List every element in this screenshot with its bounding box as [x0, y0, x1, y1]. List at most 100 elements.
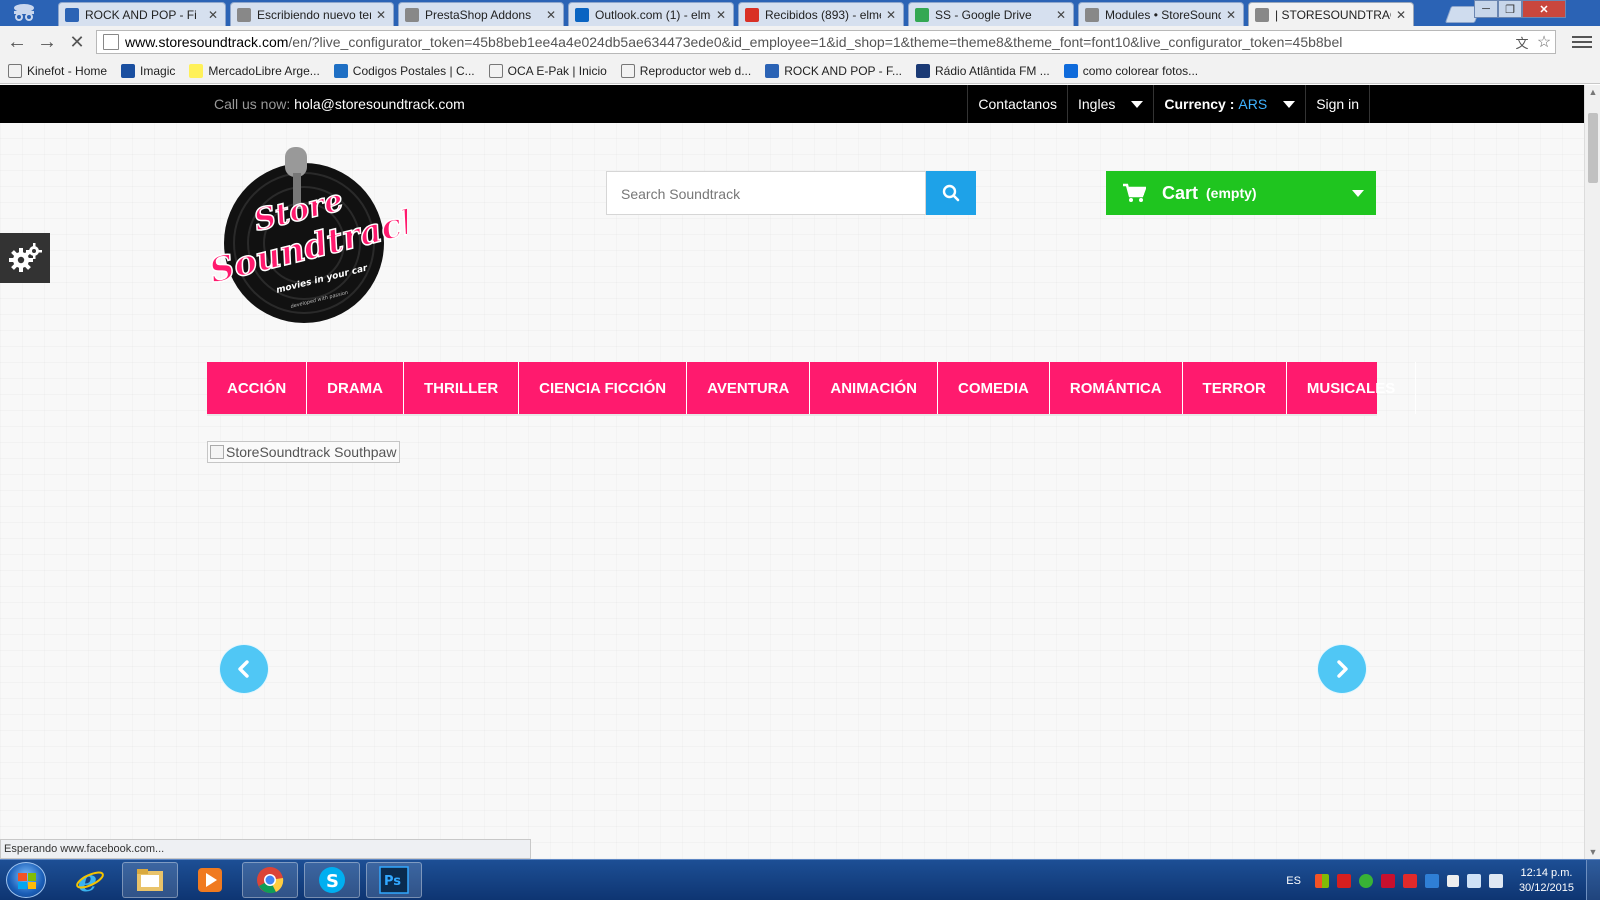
scrollbar-thumb[interactable]	[1588, 113, 1598, 183]
bookmark-item[interactable]: como colorear fotos...	[1063, 63, 1199, 78]
slider-image[interactable]: StoreSoundtrack Southpaw	[207, 441, 400, 463]
translate-icon[interactable]: 文	[1511, 33, 1533, 52]
category-menu-item[interactable]: MUSICALES	[1287, 362, 1417, 414]
bookmark-star-icon[interactable]: ☆	[1533, 32, 1555, 52]
page-scrollbar[interactable]: ▲ ▼	[1584, 85, 1600, 859]
email-link[interactable]: hola@storesoundtrack.com	[294, 96, 465, 112]
slider-next-button[interactable]	[1318, 645, 1366, 693]
tab-title: Modules • StoreSound	[1105, 7, 1221, 22]
close-tab-icon[interactable]: ✕	[1395, 8, 1407, 22]
gear-icon	[9, 243, 42, 272]
close-tab-icon[interactable]: ✕	[545, 8, 557, 22]
theme-configurator-button[interactable]	[0, 233, 50, 283]
browser-tab[interactable]: Escribiendo nuevo tem ✕	[230, 2, 394, 26]
chevron-down-icon	[1283, 100, 1296, 108]
browser-tab[interactable]: Modules • StoreSound ✕	[1078, 2, 1244, 26]
action-center-flag-icon[interactable]	[1446, 874, 1459, 887]
search-input[interactable]: Search Soundtrack	[606, 171, 926, 215]
contact-link[interactable]: Contactanos	[967, 85, 1067, 123]
browser-tab[interactable]: SS - Google Drive ✕	[908, 2, 1074, 26]
start-button[interactable]	[6, 862, 46, 898]
browser-tab[interactable]: Outlook.com (1) - elme ✕	[568, 2, 734, 26]
bookmark-label: Imagic	[140, 63, 176, 78]
close-window-icon[interactable]: ✕	[1522, 0, 1566, 18]
media-player-icon[interactable]	[182, 862, 238, 898]
bookmark-label: Rádio Atlântida FM ...	[935, 63, 1050, 78]
antivirus-icon[interactable]	[1402, 873, 1417, 888]
close-tab-icon[interactable]: ✕	[375, 8, 387, 22]
chevron-down-icon	[1131, 100, 1144, 108]
photoshop-icon[interactable]: Ps	[366, 862, 422, 898]
bookmark-item[interactable]: ROCK AND POP - F...	[765, 63, 903, 78]
url-text[interactable]: www.storesoundtrack.com/en/?live_configu…	[125, 34, 1511, 50]
cart-button[interactable]: Cart (empty)	[1106, 171, 1376, 215]
store-logo[interactable]: Store Soundtrack movies in your car deve…	[205, 143, 430, 325]
radio-icon	[916, 63, 931, 78]
chrome-icon[interactable]	[242, 862, 298, 898]
user-profile-icon[interactable]	[6, 2, 42, 24]
close-tab-icon[interactable]: ✕	[207, 8, 219, 22]
drive-icon	[915, 7, 929, 22]
slider-prev-button[interactable]	[220, 645, 268, 693]
browser-tab-strip: ROCK AND POP - Fi ✕ Escribiendo nuevo tem ✕…	[0, 0, 1600, 26]
category-menu-item[interactable]: ACCIÓN	[207, 362, 308, 414]
windows-update-icon[interactable]	[1314, 873, 1329, 888]
stop-loading-button[interactable]: ✕	[64, 29, 90, 55]
minimize-icon[interactable]: ─	[1474, 0, 1498, 18]
category-menu-item[interactable]: DRAMA	[307, 362, 404, 414]
page-icon	[103, 34, 119, 50]
maximize-icon[interactable]: ❐	[1498, 0, 1522, 18]
search-button[interactable]	[926, 171, 976, 215]
scroll-down-icon[interactable]: ▼	[1585, 845, 1600, 859]
browser-tab[interactable]: Recibidos (893) - elmel ✕	[738, 2, 904, 26]
language-selector[interactable]: Ingles	[1067, 85, 1153, 123]
bookmark-item[interactable]: OCA E-Pak | Inicio	[488, 63, 607, 78]
category-menu-item[interactable]: ROMÁNTICA	[1050, 362, 1183, 414]
bookmark-label: como colorear fotos...	[1082, 63, 1199, 78]
scroll-up-icon[interactable]: ▲	[1585, 85, 1600, 99]
internet-explorer-icon[interactable]: e	[62, 862, 118, 898]
bookmark-label: ROCK AND POP - F...	[784, 63, 903, 78]
currency-selector[interactable]: Currency : ARS	[1153, 85, 1305, 123]
category-menu-item[interactable]: COMEDIA	[938, 362, 1050, 414]
sign-in-link[interactable]: Sign in	[1305, 85, 1370, 123]
call-us: Call us now: hola@storesoundtrack.com	[214, 96, 465, 112]
close-tab-icon[interactable]: ✕	[885, 8, 897, 22]
browser-tab[interactable]: ROCK AND POP - Fi ✕	[58, 2, 226, 26]
category-menu-item[interactable]: CIENCIA FICCIÓN	[519, 362, 688, 414]
bookmark-item[interactable]: Codigos Postales | C...	[333, 63, 475, 78]
tab-title: Escribiendo nuevo tem	[257, 7, 371, 22]
browser-tab[interactable]: | STORESOUNDTRACK ✕	[1248, 2, 1414, 26]
volume-icon[interactable]	[1488, 873, 1503, 888]
category-menu-item[interactable]: AVENTURA	[687, 362, 811, 414]
bookmark-label: OCA E-Pak | Inicio	[507, 63, 607, 78]
clock[interactable]: 12:14 p.m. 30/12/2015	[1519, 866, 1574, 896]
category-menu-item[interactable]: ANIMACIÓN	[810, 362, 939, 414]
adobe-icon[interactable]	[1336, 873, 1351, 888]
category-menu-item[interactable]: TERROR	[1183, 362, 1287, 414]
browser-tab[interactable]: PrestaShop Addons ✕	[398, 2, 564, 26]
language-indicator[interactable]: ES	[1286, 875, 1301, 887]
forum-icon	[237, 7, 251, 22]
back-button[interactable]: ←	[4, 29, 30, 55]
address-bar[interactable]: www.storesoundtrack.com/en/?live_configu…	[96, 30, 1556, 54]
file-explorer-icon[interactable]	[122, 862, 178, 898]
security-shield-icon[interactable]	[1424, 873, 1439, 888]
bookmark-item[interactable]: Kinefot - Home	[8, 63, 107, 78]
bookmark-item[interactable]: Reproductor web d...	[620, 63, 751, 78]
network-icon[interactable]	[1466, 873, 1481, 888]
chevron-down-icon	[1352, 190, 1364, 197]
chrome-menu-icon[interactable]	[1572, 32, 1592, 52]
skype-icon[interactable]: S	[304, 862, 360, 898]
green-app-icon[interactable]	[1358, 873, 1373, 888]
close-tab-icon[interactable]: ✕	[715, 8, 727, 22]
close-tab-icon[interactable]: ✕	[1055, 8, 1067, 22]
acrobat-icon[interactable]	[1380, 873, 1395, 888]
category-menu-item[interactable]: THRILLER	[404, 362, 520, 414]
bookmark-item[interactable]: MercadoLibre Arge...	[189, 63, 320, 78]
bookmark-item[interactable]: Rádio Atlântida FM ...	[916, 63, 1050, 78]
forward-button[interactable]: →	[34, 29, 60, 55]
show-desktop-button[interactable]	[1586, 860, 1600, 900]
close-tab-icon[interactable]: ✕	[1225, 8, 1237, 22]
bookmark-item[interactable]: Imagic	[121, 63, 176, 78]
